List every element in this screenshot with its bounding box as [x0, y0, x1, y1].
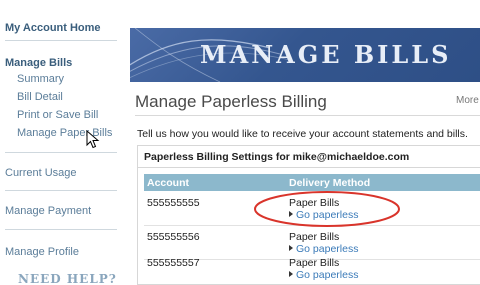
arrow-right-icon: [289, 245, 293, 251]
account-number: 555555556: [147, 231, 200, 243]
sidebar-item-manage-bills[interactable]: Manage Bills: [5, 57, 72, 69]
settings-header: Paperless Billing Settings for mike@mich…: [138, 146, 480, 168]
account-number: 555555555: [147, 197, 200, 209]
sidebar: My Account Home Manage Bills Summary Bil…: [0, 0, 125, 285]
delivery-method: Paper Bills: [289, 257, 340, 269]
sidebar-item-summary[interactable]: Summary: [17, 73, 64, 85]
table-row: 555555557 Paper Bills Go paperless: [144, 252, 480, 285]
more-link[interactable]: More: [456, 95, 479, 106]
go-paperless-link[interactable]: Go paperless: [289, 269, 358, 281]
banner-title: MANAGE BILLS: [200, 40, 452, 69]
settings-label: Paperless Billing Settings for mike@mich…: [144, 151, 410, 163]
sidebar-divider: [5, 229, 117, 230]
highlight-oval: [254, 191, 400, 227]
sidebar-divider: [5, 152, 117, 153]
column-header-account: Account: [147, 177, 189, 189]
page-title: Manage Paperless Billing: [135, 92, 327, 111]
sidebar-item-manage-profile[interactable]: Manage Profile: [5, 246, 79, 258]
sidebar-item-my-account-home[interactable]: My Account Home: [5, 22, 101, 34]
delivery-method: Paper Bills: [289, 231, 340, 243]
sidebar-divider: [5, 190, 117, 191]
sidebar-item-manage-payment[interactable]: Manage Payment: [5, 205, 91, 217]
intro-text: Tell us how you would like to receive yo…: [137, 128, 468, 140]
column-header-delivery-method: Delivery Method: [289, 177, 371, 189]
mouse-pointer-icon: [86, 130, 100, 149]
title-divider: [135, 115, 480, 116]
page-banner: MANAGE BILLS: [130, 28, 480, 82]
sidebar-divider: [5, 40, 117, 41]
sidebar-item-current-usage[interactable]: Current Usage: [5, 167, 77, 179]
go-paperless-label: Go paperless: [296, 269, 359, 281]
account-number: 555555557: [147, 257, 200, 269]
arrow-right-icon: [289, 271, 293, 277]
need-help-heading: NEED HELP?: [18, 272, 117, 285]
sidebar-item-print-or-save-bill[interactable]: Print or Save Bill: [17, 109, 98, 121]
sidebar-item-bill-detail[interactable]: Bill Detail: [17, 91, 63, 103]
